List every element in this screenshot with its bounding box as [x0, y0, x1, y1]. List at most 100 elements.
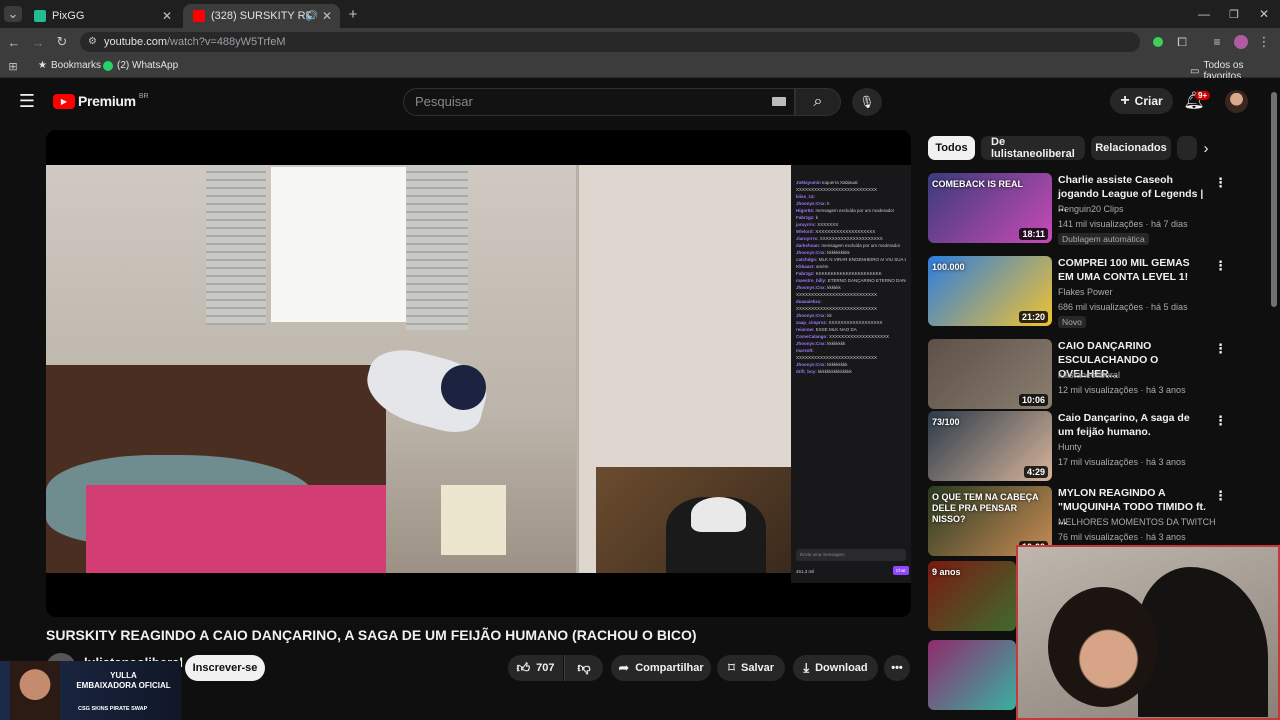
close-tab-icon[interactable]: ✕ [322, 9, 332, 23]
chat-username: Jhoonys:Cnx: [796, 201, 827, 206]
restore-icon[interactable]: ❐ [1226, 6, 1242, 22]
apps-grid-icon[interactable]: ⊞ [7, 60, 19, 73]
reload-icon[interactable]: ↻ [54, 34, 70, 50]
ad-banner[interactable]: YULLA EMBAIXADORA OFICIAL CSG SKINS PIRA… [0, 661, 181, 720]
browser-menu-icon[interactable]: ⋮ [1258, 34, 1271, 50]
chat-message: ComeCalango: XXXXXXXXXXXXXXXXXXXX [796, 333, 906, 340]
whatsapp-icon [103, 60, 113, 71]
search-placeholder: Pesquisar [415, 94, 473, 109]
tab-youtube[interactable]: (328) SURSKITY REAGINDO 🔊 ✕ [183, 4, 340, 28]
chat-text: KKKKKKKKKKKKKKKKKKKKKK [815, 271, 882, 276]
recommended-channel[interactable]: Flakes Power [1058, 287, 1113, 297]
chat-text: XXXXXXXXXXXXXXXXXXXX [815, 229, 876, 234]
media-control-icon[interactable]: ≡ [1209, 34, 1225, 50]
youtube-logo[interactable]: ▶ Premium BR [53, 93, 149, 109]
tab-pixgg[interactable]: PixGG ✕ [24, 4, 180, 28]
recommended-video[interactable]: 73/100 4:29 Caio Dançarino, A saga de um f… [928, 411, 1268, 486]
thumbnail-text: COMEBACK IS REAL [932, 179, 1024, 189]
tab-search-icon[interactable]: ⌄ [4, 6, 22, 22]
video-thumbnail[interactable] [928, 640, 1016, 710]
video-thumbnail[interactable]: 9 anos [928, 561, 1016, 631]
ad-sponsors: CSG SKINS PIRATE SWAP [78, 706, 148, 712]
recommended-title[interactable]: COMPREI 100 MIL GEMAS EM UMA CONTA LEVEL… [1058, 256, 1208, 284]
video-thumbnail[interactable]: 10:06 [928, 339, 1052, 409]
share-arrow-icon: ➦ [618, 660, 630, 675]
search-button[interactable]: ⌕ [795, 88, 841, 116]
bookmark-label: Bookmarks [50, 60, 101, 71]
account-avatar[interactable] [1225, 90, 1248, 113]
chat-username: JuMayumin [796, 180, 821, 185]
chat-text: ETERNO DANÇARINO ETERNO DANÇARINO ETERNO… [827, 278, 906, 283]
minimize-icon[interactable]: — [1196, 6, 1212, 22]
recommended-channel[interactable]: lulistaneoliberal [1058, 370, 1120, 380]
ad-headline: YULLA EMBAIXADORA OFICIAL [66, 671, 181, 691]
chat-text: toquerra Xabiaual [822, 180, 858, 185]
like-button[interactable]: 👍︎ 707 [508, 655, 563, 681]
more-actions-button[interactable]: ••• [884, 655, 910, 681]
audio-playing-icon[interactable]: 🔊 [306, 11, 318, 22]
recommended-channel[interactable]: MELHORES MOMENTOS DA TWITCH [1058, 517, 1216, 527]
hamburger-menu-icon[interactable]: ☰ [18, 91, 36, 111]
chat-username: reianow: [796, 327, 815, 332]
chat-message: Jhoonys:Cnx: k [796, 200, 906, 207]
profile-avatar-icon[interactable] [1233, 34, 1249, 50]
dislike-button[interactable]: 👎︎ [564, 655, 603, 681]
chip-related[interactable]: Relacionados [1091, 136, 1171, 160]
subscribe-button[interactable]: Inscrever-se [185, 655, 265, 681]
recommended-meta: 141 mil visualizações · há 7 dias [1058, 219, 1188, 229]
recommended-channel[interactable]: Penguin20 Clips [1058, 204, 1124, 214]
close-tab-icon[interactable]: ✕ [162, 9, 172, 23]
close-window-icon[interactable]: ✕ [1256, 6, 1272, 22]
search-input[interactable]: Pesquisar [403, 88, 795, 116]
chip-todos[interactable]: Todos [928, 136, 975, 160]
create-button[interactable]: + Criar [1110, 88, 1173, 114]
site-info-icon[interactable]: ⚙ [88, 32, 97, 52]
chip-partial[interactable] [1177, 136, 1197, 160]
voice-search-button[interactable]: 🎙︎ [852, 88, 882, 116]
video-player[interactable]: JuMayumin toquerra Xabiaual XXXXXXXXXXXX… [46, 130, 911, 617]
chat-message: drift_boy: kkkkkkkkkkkkkkk [796, 368, 906, 375]
chat-text: kkkkkkkkkkkkkkk [818, 369, 852, 374]
video-thumbnail[interactable]: COMEBACK IS REAL 18:11 [928, 173, 1052, 243]
chat-message: Jhoonys:Cnx: kkkkkk [796, 284, 906, 291]
more-vertical-icon[interactable]: ⋮ [1214, 488, 1227, 504]
new-tab-icon[interactable]: + [345, 6, 361, 23]
recommended-channel[interactable]: Hunty [1058, 442, 1082, 452]
share-button[interactable]: ➦ Compartilhar [611, 655, 711, 681]
forward-icon[interactable]: → [30, 34, 46, 50]
recommended-video[interactable]: COMEBACK IS REAL 18:11 Charlie assiste Cas… [928, 173, 1268, 248]
recommended-title[interactable]: Caio Dançarino, A saga de um feijão huma… [1058, 411, 1208, 439]
save-button[interactable]: ⌑ Salvar [717, 655, 785, 681]
more-vertical-icon[interactable]: ⋮ [1214, 258, 1227, 274]
youtube-play-logo-icon: ▶ [53, 93, 75, 109]
window-shutter-left [206, 165, 266, 325]
more-vertical-icon[interactable]: ⋮ [1214, 341, 1227, 357]
chip-channel[interactable]: De lulistaneoliberal [981, 136, 1085, 160]
keyboard-icon[interactable] [772, 97, 786, 106]
thumbnail-text: O QUE TEM NA CABEÇA DELE PRA PENSAR NISS… [932, 492, 1039, 524]
more-vertical-icon[interactable]: ⋮ [1214, 413, 1227, 429]
address-bar[interactable]: ⚙ youtube.com/watch?v=488yW5TrfeM [80, 32, 1140, 52]
video-thumbnail[interactable]: 100.000 21:20 [928, 256, 1052, 326]
chat-message: Jhoonys:Cnx: kk [796, 312, 906, 319]
recommended-video[interactable]: 100.000 21:20 COMPREI 100 MIL GEMAS EM UMA… [928, 256, 1268, 331]
page-scrollbar[interactable] [1271, 92, 1277, 307]
bookmark-label: (2) WhatsApp [117, 60, 179, 71]
chat-viewer-count: 451,3 mil [796, 569, 815, 574]
back-icon[interactable]: ← [6, 34, 22, 50]
chat-message: Fabrzgz: KKKKKKKKKKKKKKKKKKKKKK [796, 270, 906, 277]
bookmark-bookmarks[interactable]: ★ Bookmarks [38, 60, 101, 71]
chat-text: XXXXXXXXXXXXXXXXXXXXXXXXXXX [796, 187, 878, 192]
chat-message: XXXXXXXXXXXXXXXXXXXXXXXXXXX [796, 305, 906, 312]
chat-text: amém [816, 264, 829, 269]
download-icon: ⤓ [803, 660, 810, 675]
video-thumbnail[interactable]: 73/100 4:29 [928, 411, 1052, 481]
recommended-video[interactable]: 10:06 CAIO DANÇARINO ESCULACHANDO O OVELH… [928, 339, 1268, 414]
extensions-puzzle-icon[interactable]: ⧠ [1174, 34, 1190, 50]
download-button[interactable]: ⤓ Download [793, 655, 878, 681]
bookmark-whatsapp[interactable]: (2) WhatsApp [103, 60, 178, 71]
more-vertical-icon[interactable]: ⋮ [1214, 175, 1227, 191]
chevron-right-icon[interactable]: › [1198, 140, 1214, 157]
extension-green-icon[interactable] [1150, 34, 1166, 50]
streamer-cap [691, 497, 746, 532]
